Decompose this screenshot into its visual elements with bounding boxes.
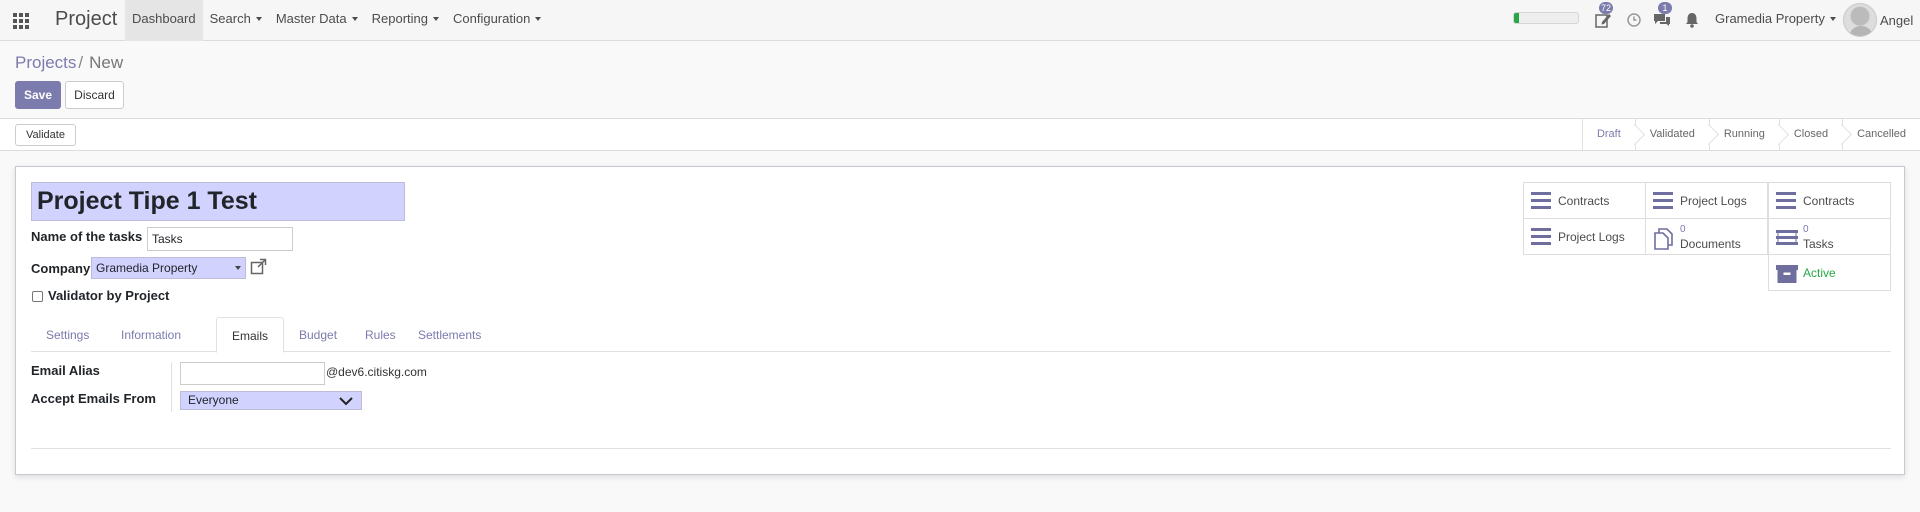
documents-count: 0 <box>1680 224 1686 235</box>
apps-menu-icon[interactable] <box>13 13 31 29</box>
list-icon <box>1531 228 1551 246</box>
company-switcher[interactable]: Gramedia Property <box>1715 11 1836 26</box>
project-logs-button-1-label: Project Logs <box>1680 194 1747 208</box>
stage-cancelled[interactable]: Cancelled <box>1842 119 1920 150</box>
email-alias-input[interactable] <box>180 362 325 385</box>
contracts-button-2[interactable]: Contracts <box>1768 182 1891 219</box>
clock-icon[interactable] <box>1625 11 1643 29</box>
tasks-label: Tasks <box>1803 237 1834 251</box>
validate-button[interactable]: Validate <box>15 124 76 146</box>
tab-settings[interactable]: Settings <box>31 317 104 353</box>
field-divider <box>171 362 172 412</box>
breadcrumb: Projects / New <box>15 53 123 73</box>
control-panel: Projects / New Save Discard <box>0 42 1920 118</box>
menu-reporting[interactable]: Reporting <box>365 0 446 41</box>
messages-icon[interactable]: 1 <box>1653 2 1672 29</box>
active-label: Active <box>1803 266 1836 280</box>
company-select-value: Gramedia Property <box>96 261 198 275</box>
project-logs-button-2[interactable]: Project Logs <box>1523 218 1646 255</box>
stage-validated[interactable]: Validated <box>1634 119 1709 150</box>
project-name-input[interactable]: Project Tipe 1 Test <box>31 182 405 221</box>
user-name[interactable]: Angel <box>1880 13 1913 28</box>
tab-settlements[interactable]: Settlements <box>403 317 496 353</box>
list-icon <box>1531 192 1551 210</box>
company-switcher-label: Gramedia Property <box>1715 11 1825 26</box>
external-link-icon[interactable] <box>250 258 267 275</box>
project-logs-button-1[interactable]: Project Logs <box>1645 182 1768 219</box>
company-select[interactable]: Gramedia Property <box>91 257 246 279</box>
tasks-icon <box>1776 228 1798 246</box>
menu-search[interactable]: Search <box>203 0 269 41</box>
menu-configuration[interactable]: Configuration <box>446 0 548 41</box>
email-alias-domain: @dev6.citiskg.com <box>326 365 427 379</box>
save-button[interactable]: Save <box>15 81 61 109</box>
messages-badge: 1 <box>1658 2 1672 14</box>
archive-icon <box>1776 264 1798 283</box>
contracts-button-1-label: Contracts <box>1558 194 1610 208</box>
email-alias-label: Email Alias <box>31 363 100 378</box>
tab-information[interactable]: Information <box>106 317 196 353</box>
active-toggle-button[interactable]: Active <box>1768 254 1891 291</box>
activities-badge: 72 <box>1599 2 1614 14</box>
stage-running[interactable]: Running <box>1708 119 1779 150</box>
documents-button[interactable]: 0 Documents <box>1645 218 1768 255</box>
onboarding-progress-bar[interactable] <box>1513 12 1579 24</box>
smart-button-box: Contracts Project Logs Contracts Project… <box>1523 182 1891 293</box>
tasks-count: 0 <box>1803 224 1809 235</box>
documents-label: Documents <box>1680 237 1741 251</box>
tab-budget[interactable]: Budget <box>284 317 352 353</box>
company-label: Company <box>31 261 91 276</box>
menu-search-label: Search <box>209 11 251 26</box>
top-navbar: Project Dashboard Search Master Data Rep… <box>0 0 1920 41</box>
menu-master-data-label: Master Data <box>275 11 347 26</box>
menu-configuration-label: Configuration <box>453 11 531 26</box>
breadcrumb-separator: / <box>78 53 84 72</box>
stage-draft[interactable]: Draft <box>1581 119 1635 150</box>
accept-emails-select[interactable]: Everyone <box>180 391 362 410</box>
breadcrumb-current: New <box>89 53 124 72</box>
accept-emails-label: Accept Emails From <box>31 391 156 406</box>
project-logs-button-2-label: Project Logs <box>1558 230 1625 244</box>
validator-label: Validator by Project <box>48 288 170 303</box>
notebook-tabs: Settings Information Emails Budget Rules… <box>31 317 1891 353</box>
company-select-caret-icon <box>235 266 241 270</box>
contracts-button-1[interactable]: Contracts <box>1523 182 1646 219</box>
app-title: Project <box>55 8 118 30</box>
status-bar: Draft Validated Running Closed Cancelled <box>1581 119 1920 150</box>
list-icon <box>1776 192 1796 210</box>
form-header: Validate Draft Validated Running Closed … <box>0 118 1920 151</box>
form-sheet: Project Tipe 1 Test Name of the tasks : … <box>15 166 1905 475</box>
tasks-button[interactable]: 0 Tasks <box>1768 218 1891 255</box>
documents-icon <box>1653 228 1673 250</box>
tab-emails[interactable]: Emails <box>216 317 285 353</box>
menu-dashboard[interactable]: Dashboard <box>125 0 203 41</box>
tasks-name-input[interactable]: Tasks <box>147 227 293 251</box>
breadcrumb-projects-link[interactable]: Projects <box>15 53 76 72</box>
contracts-button-2-label: Contracts <box>1803 194 1855 208</box>
menu-reporting-label: Reporting <box>371 11 428 26</box>
validator-checkbox[interactable] <box>32 291 43 302</box>
notification-bell-icon[interactable] <box>1683 11 1701 29</box>
progress-fill <box>1514 13 1520 23</box>
activities-icon[interactable]: 72 <box>1594 2 1614 29</box>
sheet-footer-divider <box>31 448 1891 449</box>
user-avatar[interactable] <box>1843 3 1877 37</box>
menu-master-data[interactable]: Master Data <box>269 0 365 41</box>
accept-emails-value: Everyone <box>188 393 239 407</box>
list-icon <box>1653 192 1673 210</box>
tasks-name-label: Name of the tasks : <box>31 229 151 244</box>
chevron-down-icon <box>339 397 353 406</box>
discard-button[interactable]: Discard <box>65 81 124 109</box>
main-menu: Dashboard Search Master Data Reporting C… <box>125 0 548 41</box>
tab-rules[interactable]: Rules <box>350 317 411 353</box>
